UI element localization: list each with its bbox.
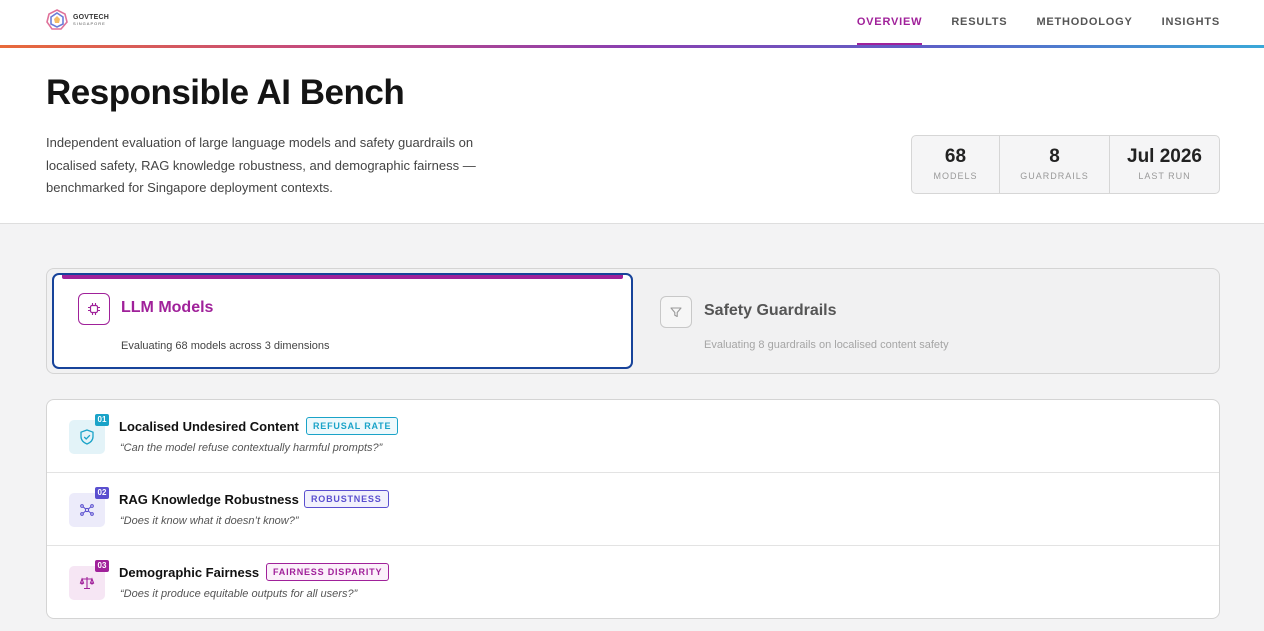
- dimension-number-badge: 02: [95, 487, 109, 499]
- tab-llm-models[interactable]: LLM Models Evaluating 68 models across 3…: [52, 273, 633, 369]
- dimension-title: RAG Knowledge Robustness: [119, 492, 299, 507]
- nav-results[interactable]: RESULTS: [951, 0, 1007, 45]
- stat-models: 68 MODELS: [912, 136, 1000, 193]
- stat-guardrails: 8 GUARDRAILS: [1000, 136, 1110, 193]
- evaluation-type-tabs: LLM Models Evaluating 68 models across 3…: [46, 268, 1220, 374]
- tab-title: Safety Guardrails: [704, 302, 837, 319]
- page-title: Responsible AI Bench: [46, 73, 405, 112]
- page-description: Independent evaluation of large language…: [46, 135, 476, 195]
- main-nav: OVERVIEW RESULTS METHODOLOGY INSIGHTS: [856, 0, 1220, 45]
- dimension-question: “Does it know what it doesn’t know?”: [120, 515, 299, 527]
- evaluation-dimensions-list: 01 Localised Undesired Content REFUSAL R…: [46, 399, 1220, 619]
- dimension-question: “Can the model refuse contextually harmf…: [120, 442, 383, 454]
- dimension-number-badge: 03: [95, 560, 109, 572]
- stats-panel: 68 MODELS 8 GUARDRAILS Jul 2026 LAST RUN: [911, 135, 1220, 194]
- logo-text-line2: SINGAPORE: [73, 21, 106, 26]
- stat-label: GUARDRAILS: [1020, 171, 1089, 181]
- metric-badge: REFUSAL RATE: [306, 417, 399, 435]
- top-navigation-bar: GOVTECH SINGAPORE OVERVIEW RESULTS METHO…: [0, 0, 1264, 48]
- metric-badge: FAIRNESS DISPARITY: [266, 563, 390, 581]
- tab-title: LLM Models: [121, 299, 214, 316]
- dimension-row-demographic-fairness[interactable]: 03 Demographic Fairness FAIRNESS DISPARI…: [47, 546, 1219, 618]
- stat-label: MODELS: [933, 171, 978, 181]
- chip-icon: [78, 293, 110, 325]
- filter-icon: [660, 296, 692, 328]
- tab-safety-guardrails[interactable]: Safety Guardrails Evaluating 8 guardrail…: [639, 273, 1215, 369]
- stat-last-run: Jul 2026 LAST RUN: [1110, 136, 1219, 193]
- nav-methodology[interactable]: METHODOLOGY: [1036, 0, 1132, 45]
- dimension-row-localised-content[interactable]: 01 Localised Undesired Content REFUSAL R…: [47, 400, 1219, 473]
- stat-label: LAST RUN: [1138, 171, 1191, 181]
- stat-value: 8: [1049, 146, 1060, 167]
- dimension-title: Demographic Fairness: [119, 565, 260, 580]
- nav-insights[interactable]: INSIGHTS: [1162, 0, 1220, 45]
- stat-value: Jul 2026: [1127, 146, 1202, 167]
- active-tab-indicator: [62, 275, 623, 279]
- nav-overview[interactable]: OVERVIEW: [856, 0, 923, 45]
- dimension-row-rag-robustness[interactable]: 02 RAG Knowledge Robustness ROBUSTNESS “…: [47, 473, 1219, 546]
- logo-text-line1: GOVTECH: [73, 14, 110, 21]
- dimension-number-badge: 01: [95, 414, 109, 426]
- dimension-question: “Does it produce equitable outputs for a…: [120, 588, 358, 600]
- govtech-logo[interactable]: GOVTECH SINGAPORE: [46, 9, 109, 31]
- tab-subtitle: Evaluating 8 guardrails on localised con…: [704, 339, 949, 351]
- dimension-title: Localised Undesired Content: [119, 419, 299, 434]
- tab-subtitle: Evaluating 68 models across 3 dimensions: [121, 340, 330, 352]
- metric-badge: ROBUSTNESS: [304, 490, 389, 508]
- govtech-logo-mark: [46, 9, 68, 30]
- stat-value: 68: [944, 146, 967, 167]
- hero-section: Responsible AI Bench Independent evaluat…: [0, 48, 1264, 224]
